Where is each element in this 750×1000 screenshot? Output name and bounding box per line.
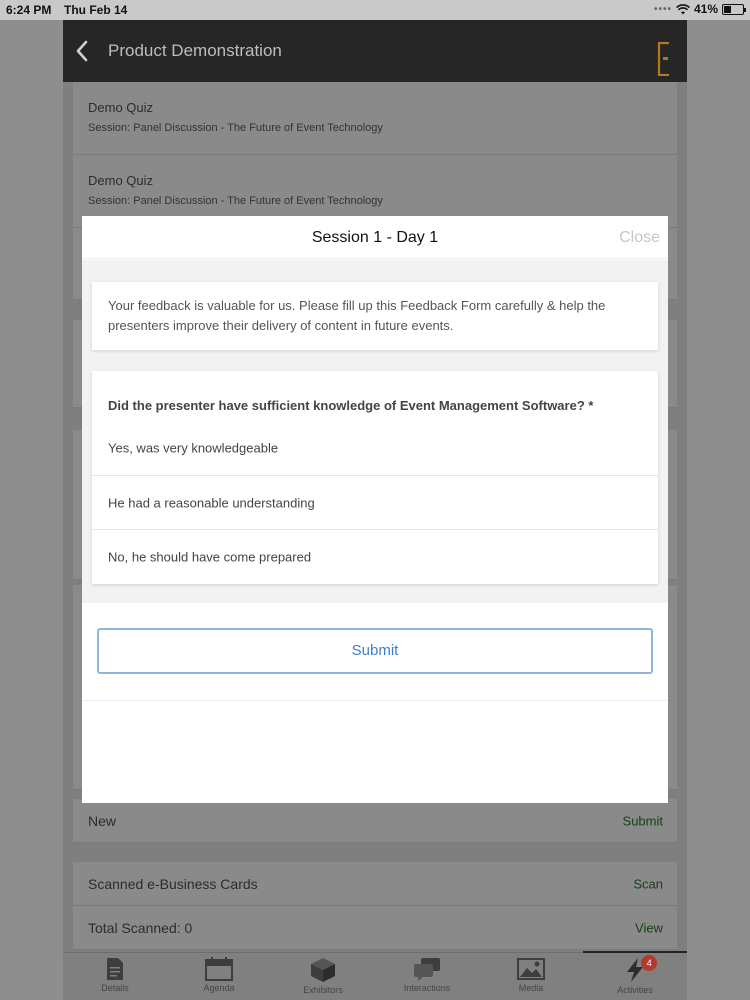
modal-body: Your feedback is valuable for us. Please… [82,260,668,603]
app-title: Product Demonstration [108,41,282,60]
new-row: New Submit [73,799,677,843]
notification-badge: 4 [641,955,658,971]
new-label: New [88,812,117,829]
battery-percent: 41% [693,2,718,16]
tab-bar: Details Agenda Exhibitors Interactions M… [63,951,687,1000]
new-submit-link[interactable]: Submit [623,813,663,828]
tab-label: Details [101,983,129,993]
status-time: 6:24 PM [6,3,52,17]
cube-icon [311,958,335,982]
battery-icon [722,3,746,15]
list-item[interactable]: Demo Quiz Session: Panel Discussion - Th… [73,82,677,155]
tab-label: Interactions [403,983,451,993]
status-bar: 6:24 PM Thu Feb 14 •••• 41% [0,0,750,20]
question-text: Did the presenter have sufficient knowle… [108,398,594,413]
submit-button[interactable]: Submit [97,628,653,674]
chat-bubbles-icon [414,958,440,981]
scan-link[interactable]: Scan [633,876,663,891]
tab-label: Activities [617,985,653,995]
multitasking-dots-icon: •••• [653,3,672,15]
scanned-cards-row: Scanned e-Business Cards Scan [73,862,677,906]
list-item-subtitle: Session: Panel Discussion - The Future o… [88,122,383,134]
calendar-icon [205,957,233,981]
list-item-subtitle: Session: Panel Discussion - The Future o… [88,195,383,207]
answer-option[interactable]: He had a reasonable understanding [92,475,658,529]
intro-card: Your feedback is valuable for us. Please… [92,282,658,350]
intro-text: Your feedback is valuable for us. Please… [108,298,606,333]
modal-title: Session 1 - Day 1 [311,229,439,246]
wifi-icon [676,3,690,14]
answer-option-label: He had a reasonable understanding [108,495,315,510]
answer-option[interactable]: No, he should have come prepared [92,529,658,583]
tab-activities[interactable]: 4 Activities [583,951,687,1000]
modal-header: Session 1 - Day 1 Close [82,216,668,259]
brand-logo-icon [657,42,669,76]
tab-interactions[interactable]: Interactions [375,953,479,1000]
tab-exhibitors[interactable]: Exhibitors [271,953,375,1000]
total-scanned-label: Total Scanned: 0 [88,919,193,936]
list-item-title: Demo Quiz [88,173,154,188]
app-header: Product Demonstration [63,20,687,82]
chevron-left-icon[interactable] [71,38,95,64]
view-link[interactable]: View [635,920,663,935]
document-icon [107,958,123,980]
tab-media[interactable]: Media [479,953,583,1000]
scanned-cards-label: Scanned e-Business Cards [88,875,258,892]
answer-option-label: Yes, was very knowledgeable [108,440,279,456]
answer-option[interactable]: Yes, was very knowledgeable [92,421,658,475]
status-date: Thu Feb 14 [64,3,128,17]
tab-agenda[interactable]: Agenda [167,953,271,1000]
tab-label: Exhibitors [303,985,343,995]
tab-label: Agenda [203,983,235,993]
question-card: Did the presenter have sufficient knowle… [92,371,658,584]
close-button[interactable]: Close [619,229,660,247]
status-right-group: •••• 41% [653,2,746,16]
image-icon [517,958,545,980]
feedback-modal: Session 1 - Day 1 Close Your feedback is… [82,216,668,803]
total-scanned-row: Total Scanned: 0 View [73,906,677,950]
divider [82,700,668,701]
list-item-title: Demo Quiz [88,100,154,115]
answer-option-label: No, he should have come prepared [108,549,312,564]
tab-details[interactable]: Details [63,953,167,1000]
tab-label: Media [518,983,544,993]
